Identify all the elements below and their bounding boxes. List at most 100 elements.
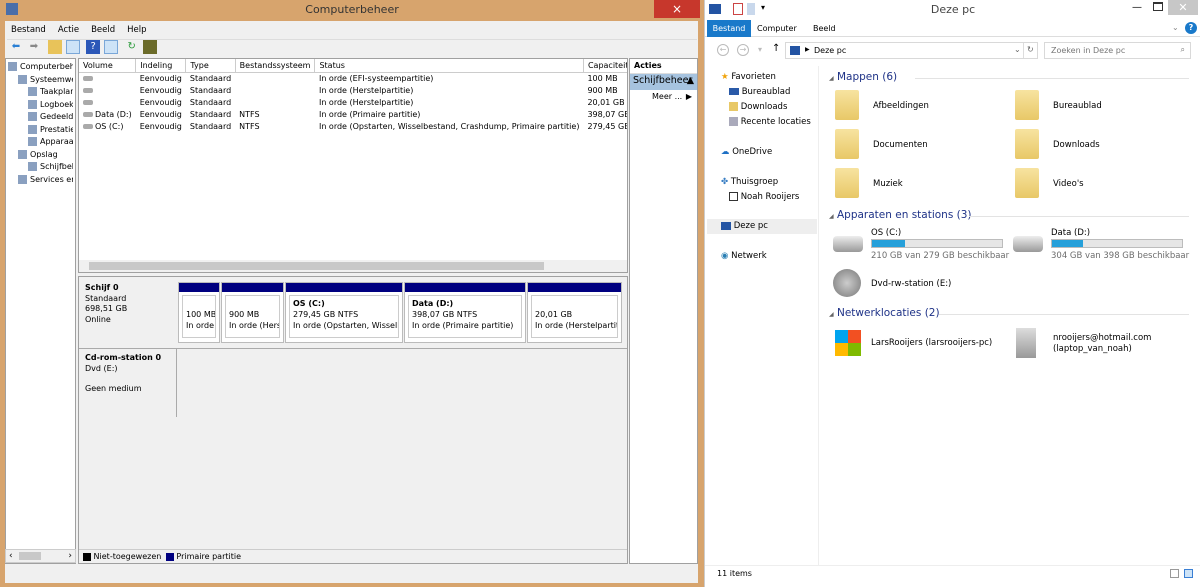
partition-block[interactable]: 100 MB In orde (EFI-systeempartitie) <box>178 282 220 343</box>
menu-help[interactable]: Help <box>121 22 152 38</box>
large-icons-view-icon[interactable] <box>1184 569 1193 578</box>
table-cell: In orde (Opstarten, Wisselbestand, Crash… <box>315 120 584 132</box>
close-button[interactable]: ✕ <box>1168 0 1198 15</box>
expand-ribbon-icon[interactable]: ⌄ <box>1172 23 1179 32</box>
folder-icon <box>1015 90 1039 120</box>
partition-block[interactable]: 900 MB In orde (Herstelpartitie) <box>221 282 284 343</box>
netloc-larsrooijers[interactable]: LarsRooijers (larsrooijers-pc) <box>835 330 992 356</box>
forward-button[interactable]: → <box>737 44 749 56</box>
drive-name: OS (C:) <box>871 228 902 238</box>
disk-graphic-pane: Schijf 0 Standaard 698,51 GB Online 100 … <box>78 276 628 564</box>
partition-block[interactable]: 20,01 GB In orde (Herstelpartitie) <box>527 282 622 343</box>
refresh-icon[interactable]: ↻ <box>1023 43 1037 58</box>
tab-computer[interactable]: Computer <box>757 24 797 33</box>
address-dropdown-icon[interactable]: ⌄ <box>1014 45 1021 54</box>
nav-downloads[interactable]: Downloads <box>729 102 787 112</box>
media-player-icon <box>835 330 861 356</box>
tab-beeld[interactable]: Beeld <box>813 24 836 33</box>
partition-type-bar <box>286 283 402 292</box>
table-cell <box>79 84 136 96</box>
back-button[interactable]: ← <box>717 44 729 56</box>
minimize-button[interactable]: — <box>1132 2 1142 13</box>
cell-text: NTFS <box>239 121 260 131</box>
up-folder-icon[interactable] <box>47 40 62 54</box>
table-row[interactable]: Eenvoudig Standaard In orde (Herstelpartit… <box>79 96 627 108</box>
nav-deze-pc[interactable]: Deze pc <box>707 219 817 234</box>
table-cell <box>79 72 136 84</box>
nav-label: Recente locaties <box>740 117 811 127</box>
partition-status: In orde (Opstarten, Wisselbestand, Crash… <box>293 321 398 330</box>
group-header-apparaten[interactable]: ◢ Apparaten en stations (3) <box>829 209 1189 223</box>
nav-label: Favorieten <box>731 72 776 82</box>
forward-icon[interactable]: ➡ <box>27 40 41 54</box>
toolbar: ⬅ ➡ ? ↻ <box>7 39 697 56</box>
column-header[interactable]: Capaciteit <box>583 59 627 73</box>
tree-item[interactable]: Gedeelde mappen <box>8 111 73 124</box>
table-row[interactable]: Eenvoudig Standaard In orde (EFI-systeempa… <box>79 72 627 84</box>
nav-onedrive[interactable]: ☁ OneDrive <box>721 147 772 157</box>
nav-netwerk[interactable]: ◉ Netwerk <box>721 251 767 261</box>
details-view-icon[interactable] <box>1170 569 1179 578</box>
table-row[interactable]: Eenvoudig Standaard In orde (Herstelpartit… <box>79 84 627 96</box>
search-input[interactable]: Zoeken in Deze pc ⌕ <box>1044 42 1191 59</box>
cell-text: NTFS <box>239 109 260 119</box>
show-tree-icon[interactable] <box>65 40 80 54</box>
column-header[interactable]: Type <box>185 59 236 73</box>
help-icon[interactable]: ? <box>1185 22 1197 34</box>
tree-label: Systeemwerkset <box>30 74 73 84</box>
tree-item[interactable]: Taakplanner <box>8 86 73 99</box>
horizontal-scrollbar[interactable] <box>79 260 627 272</box>
drive-dvd[interactable]: Dvd-rw-station (E:) <box>833 269 951 297</box>
partition-status: In orde (Primaire partitie) <box>412 321 514 330</box>
properties-icon[interactable] <box>142 40 157 54</box>
partition-block[interactable]: Data (D:) 398,07 GB NTFS In orde (Primaire… <box>404 282 526 343</box>
tree-item[interactable]: Services en toepassingen <box>8 174 73 187</box>
maximize-button[interactable] <box>1153 2 1163 11</box>
column-header[interactable]: Status <box>314 59 584 73</box>
menu-actie[interactable]: Actie <box>52 22 85 38</box>
partition-block[interactable]: OS (C:) 279,45 GB NTFS In orde (Opstarten,… <box>285 282 403 343</box>
netloc-nrooijers[interactable]: nrooijers@hotmail.com (laptop_van_noah) <box>1016 328 1151 358</box>
nav-favorieten[interactable]: ★ Favorieten <box>721 72 776 82</box>
column-header[interactable]: Indeling <box>135 59 187 73</box>
tree-scrollbar[interactable]: ‹ › <box>5 549 76 563</box>
help-icon[interactable]: ? <box>86 40 101 54</box>
tree-item[interactable]: Computerbeheer <box>8 61 73 74</box>
group-header-netwerklocaties[interactable]: ◢ Netwerklocaties (2) <box>829 307 1189 321</box>
pc-icon <box>790 46 800 55</box>
column-header[interactable]: Bestandssysteem <box>235 59 316 73</box>
close-button[interactable]: × <box>654 0 700 18</box>
actions-pane: Acties Schijfbeheer ▲ Meer ... ▶ <box>629 58 698 564</box>
window-title: Deze pc <box>930 3 976 16</box>
tree-item[interactable]: Prestaties <box>8 124 73 137</box>
table-cell: Eenvoudig <box>136 120 186 132</box>
table-row[interactable]: Data (D:) Eenvoudig Standaard NTFS In orde (… <box>79 108 627 120</box>
back-icon[interactable]: ⬅ <box>9 40 23 54</box>
tree-item[interactable]: Opslag <box>8 149 73 162</box>
menu-bestand[interactable]: Bestand <box>5 22 52 38</box>
nav-bureaublad[interactable]: Bureaublad <box>729 87 790 97</box>
nav-thuisgroep[interactable]: ✤ Thuisgroep <box>721 177 778 187</box>
group-header-mappen[interactable]: ◢ Mappen (6) <box>829 71 1189 85</box>
refresh-icon[interactable]: ↻ <box>125 40 139 54</box>
action-more[interactable]: Meer ... ▶ <box>630 90 697 101</box>
cell-text: 900 MB <box>587 85 618 95</box>
tree-item[interactable]: Logboeken <box>8 99 73 112</box>
cdrom-info: Cd-rom-station 0 Dvd (E:) Geen medium <box>79 349 177 417</box>
nav-recente-locaties[interactable]: Recente locaties <box>729 117 811 127</box>
menu-beeld[interactable]: Beeld <box>85 22 121 38</box>
tab-bestand[interactable]: Bestand <box>707 20 751 37</box>
table-row[interactable]: OS (C:) Eenvoudig Standaard NTFS In orde (Op… <box>79 120 627 132</box>
address-bar[interactable]: ▶ Deze pc ⌄ ↻ <box>785 42 1038 59</box>
tree-item[interactable]: Systeemwerkset <box>8 74 73 87</box>
recent-dropdown-icon[interactable]: ▾ <box>758 45 762 54</box>
show-actions-icon[interactable] <box>104 40 119 54</box>
nav-user[interactable]: Noah Rooijers <box>729 192 799 202</box>
up-button[interactable]: ↑ <box>772 43 780 54</box>
item-count: 11 items <box>717 569 752 578</box>
actions-section-schijfbeheer[interactable]: Schijfbeheer ▲ <box>630 74 697 90</box>
tree-item[interactable]: Schijfbeheer <box>8 161 73 174</box>
cell-text: Eenvoudig <box>139 121 182 131</box>
tree-item[interactable]: Apparaatbeheer <box>8 136 73 149</box>
column-header[interactable]: Volume <box>79 59 137 73</box>
